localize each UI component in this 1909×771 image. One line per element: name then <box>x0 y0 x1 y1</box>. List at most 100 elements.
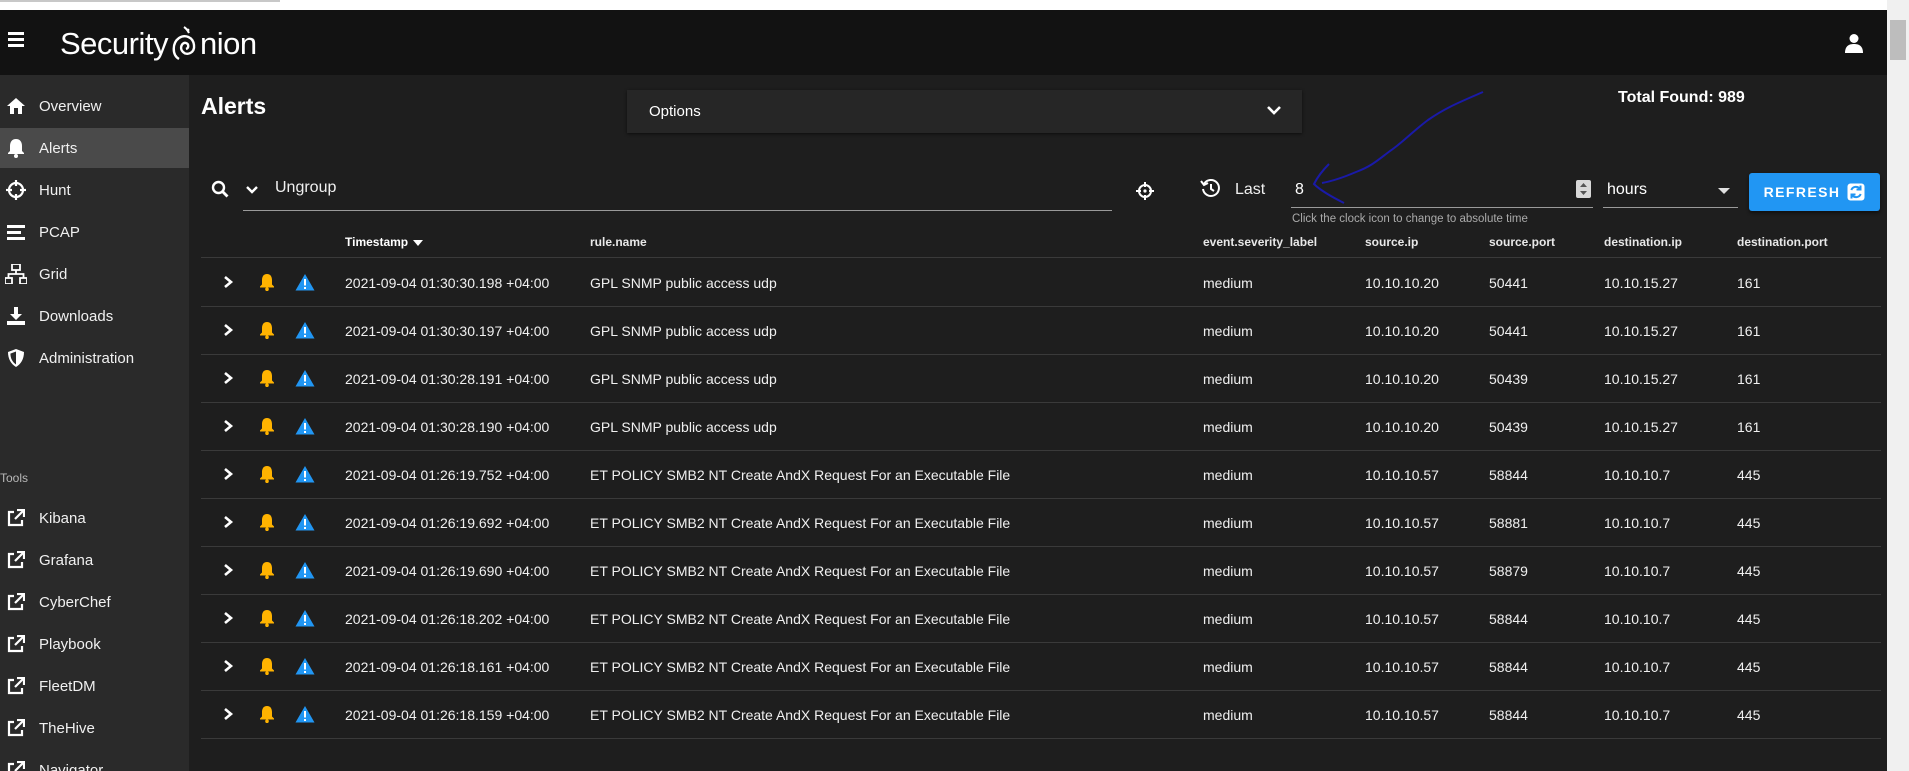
query-text: Ungroup <box>275 179 337 196</box>
table-row[interactable]: 2021-09-04 01:26:18.202 +04:00 ET POLICY … <box>201 595 1881 643</box>
crosshair-icon[interactable] <box>1136 182 1154 200</box>
table-row[interactable]: 2021-09-04 01:26:19.752 +04:00 ET POLICY … <box>201 451 1881 499</box>
bell-icon[interactable] <box>259 417 275 435</box>
chevron-right-icon[interactable] <box>222 371 234 385</box>
cell-rule-name[interactable]: ET POLICY SMB2 NT Create AndX Request Fo… <box>590 515 1010 531</box>
chevron-right-icon[interactable] <box>222 515 234 529</box>
cell-rule-name[interactable]: ET POLICY SMB2 NT Create AndX Request Fo… <box>590 467 1010 483</box>
sidebar-tool-playbook[interactable]: Playbook <box>0 624 189 664</box>
chevron-right-icon[interactable] <box>222 419 234 433</box>
refresh-button[interactable]: REFRESH <box>1749 173 1880 211</box>
bell-icon[interactable] <box>259 657 275 675</box>
warning-icon[interactable] <box>295 321 315 339</box>
history-clock-icon[interactable] <box>1200 178 1220 198</box>
warning-icon[interactable] <box>295 369 315 387</box>
warning-icon[interactable] <box>295 513 315 531</box>
bell-icon[interactable] <box>259 513 275 531</box>
bell-icon[interactable] <box>259 561 275 579</box>
warning-icon[interactable] <box>295 705 315 723</box>
chevron-down-icon[interactable] <box>245 183 259 197</box>
sidebar-item-pcap[interactable]: PCAP <box>0 212 189 252</box>
sidebar-item-downloads[interactable]: Downloads <box>0 296 189 336</box>
table-row[interactable]: 2021-09-04 01:30:30.197 +04:00 GPL SNMP p… <box>201 307 1881 355</box>
column-header-destination-ip[interactable]: destination.ip <box>1604 235 1682 249</box>
table-row[interactable]: 2021-09-04 01:26:19.692 +04:00 ET POLICY … <box>201 499 1881 547</box>
cell-destination-ip: 10.10.15.27 <box>1604 275 1678 291</box>
query-input[interactable] <box>243 173 1112 211</box>
table-row[interactable]: 2021-09-04 01:26:18.159 +04:00 ET POLICY … <box>201 691 1881 739</box>
cell-destination-ip: 10.10.15.27 <box>1604 419 1678 435</box>
sidebar-tool-navigator[interactable]: Navigator <box>0 750 189 771</box>
table-row[interactable]: 2021-09-04 01:30:28.190 +04:00 GPL SNMP p… <box>201 403 1881 451</box>
options-expander[interactable]: Options <box>627 90 1302 133</box>
time-unit-select[interactable]: hours <box>1603 173 1738 208</box>
list-bars-icon <box>2 218 30 246</box>
page-scrollbar[interactable] <box>1887 0 1909 771</box>
chevron-right-icon[interactable] <box>222 275 234 289</box>
sidebar-item-administration[interactable]: Administration <box>0 338 189 378</box>
warning-icon[interactable] <box>295 417 315 435</box>
bell-icon[interactable] <box>259 705 275 723</box>
sidebar-item-grid[interactable]: Grid <box>0 254 189 294</box>
warning-icon[interactable] <box>295 609 315 627</box>
bell-icon[interactable] <box>259 369 275 387</box>
column-header-timestamp[interactable]: Timestamp <box>345 235 424 249</box>
column-header-severity[interactable]: event.severity_label <box>1203 235 1317 249</box>
sidebar-item-hunt[interactable]: Hunt <box>0 170 189 210</box>
bell-icon[interactable] <box>259 465 275 483</box>
chevron-right-icon[interactable] <box>222 659 234 673</box>
column-header-rule-name[interactable]: rule.name <box>590 235 647 249</box>
chevron-right-icon[interactable] <box>222 611 234 625</box>
tools-section-label: Tools <box>0 471 29 485</box>
cell-rule-name[interactable]: ET POLICY SMB2 NT Create AndX Request Fo… <box>590 659 1010 675</box>
cell-source-port: 50439 <box>1489 371 1528 387</box>
cell-rule-name[interactable]: GPL SNMP public access udp <box>590 275 777 291</box>
chevron-right-icon[interactable] <box>222 467 234 481</box>
cell-source-ip: 10.10.10.57 <box>1365 515 1439 531</box>
sidebar-item-alerts[interactable]: Alerts <box>0 128 189 168</box>
cell-rule-name[interactable]: GPL SNMP public access udp <box>590 323 777 339</box>
cell-destination-ip: 10.10.10.7 <box>1604 707 1671 723</box>
table-row[interactable]: 2021-09-04 01:26:18.161 +04:00 ET POLICY … <box>201 643 1881 691</box>
warning-icon[interactable] <box>295 465 315 483</box>
external-link-icon <box>2 630 30 658</box>
sidebar-item-label: Hunt <box>39 181 71 199</box>
chevron-right-icon[interactable] <box>222 563 234 577</box>
sidebar-tool-cyberchef[interactable]: CyberChef <box>0 582 189 622</box>
chevron-right-icon[interactable] <box>222 707 234 721</box>
bell-icon[interactable] <box>259 609 275 627</box>
column-header-source-ip[interactable]: source.ip <box>1365 235 1418 249</box>
table-row[interactable]: 2021-09-04 01:30:28.191 +04:00 GPL SNMP p… <box>201 355 1881 403</box>
last-label: Last <box>1235 181 1266 198</box>
column-header-destination-port[interactable]: destination.port <box>1737 235 1828 249</box>
bell-icon[interactable] <box>259 321 275 339</box>
table-row[interactable]: 2021-09-04 01:30:30.198 +04:00 GPL SNMP p… <box>201 259 1881 307</box>
sidebar-tool-thehive[interactable]: TheHive <box>0 708 189 748</box>
cell-rule-name[interactable]: ET POLICY SMB2 NT Create AndX Request Fo… <box>590 611 1010 627</box>
user-icon[interactable] <box>1843 32 1865 54</box>
warning-icon[interactable] <box>295 273 315 291</box>
sidebar-tool-kibana[interactable]: Kibana <box>0 498 189 538</box>
chevron-right-icon[interactable] <box>222 323 234 337</box>
search-icon[interactable] <box>211 180 229 198</box>
cell-source-ip: 10.10.10.57 <box>1365 563 1439 579</box>
cell-severity: medium <box>1203 563 1253 579</box>
bell-icon[interactable] <box>259 273 275 291</box>
table-row[interactable]: 2021-09-04 01:26:19.690 +04:00 ET POLICY … <box>201 547 1881 595</box>
sidebar-tool-grafana[interactable]: Grafana <box>0 540 189 580</box>
sidebar-tool-label: Navigator <box>39 761 104 771</box>
cell-rule-name[interactable]: GPL SNMP public access udp <box>590 371 777 387</box>
warning-icon[interactable] <box>295 657 315 675</box>
relative-time-input[interactable]: 8 <box>1291 173 1593 208</box>
warning-icon[interactable] <box>295 561 315 579</box>
cell-destination-ip: 10.10.10.7 <box>1604 563 1671 579</box>
menu-icon[interactable] <box>8 32 26 52</box>
cell-destination-ip: 10.10.10.7 <box>1604 659 1671 675</box>
number-spinner[interactable] <box>1576 180 1591 198</box>
sidebar-item-overview[interactable]: Overview <box>0 86 189 126</box>
sidebar-tool-fleetdm[interactable]: FleetDM <box>0 666 189 706</box>
cell-rule-name[interactable]: ET POLICY SMB2 NT Create AndX Request Fo… <box>590 563 1010 579</box>
cell-rule-name[interactable]: ET POLICY SMB2 NT Create AndX Request Fo… <box>590 707 1010 723</box>
column-header-source-port[interactable]: source.port <box>1489 235 1555 249</box>
cell-rule-name[interactable]: GPL SNMP public access udp <box>590 419 777 435</box>
